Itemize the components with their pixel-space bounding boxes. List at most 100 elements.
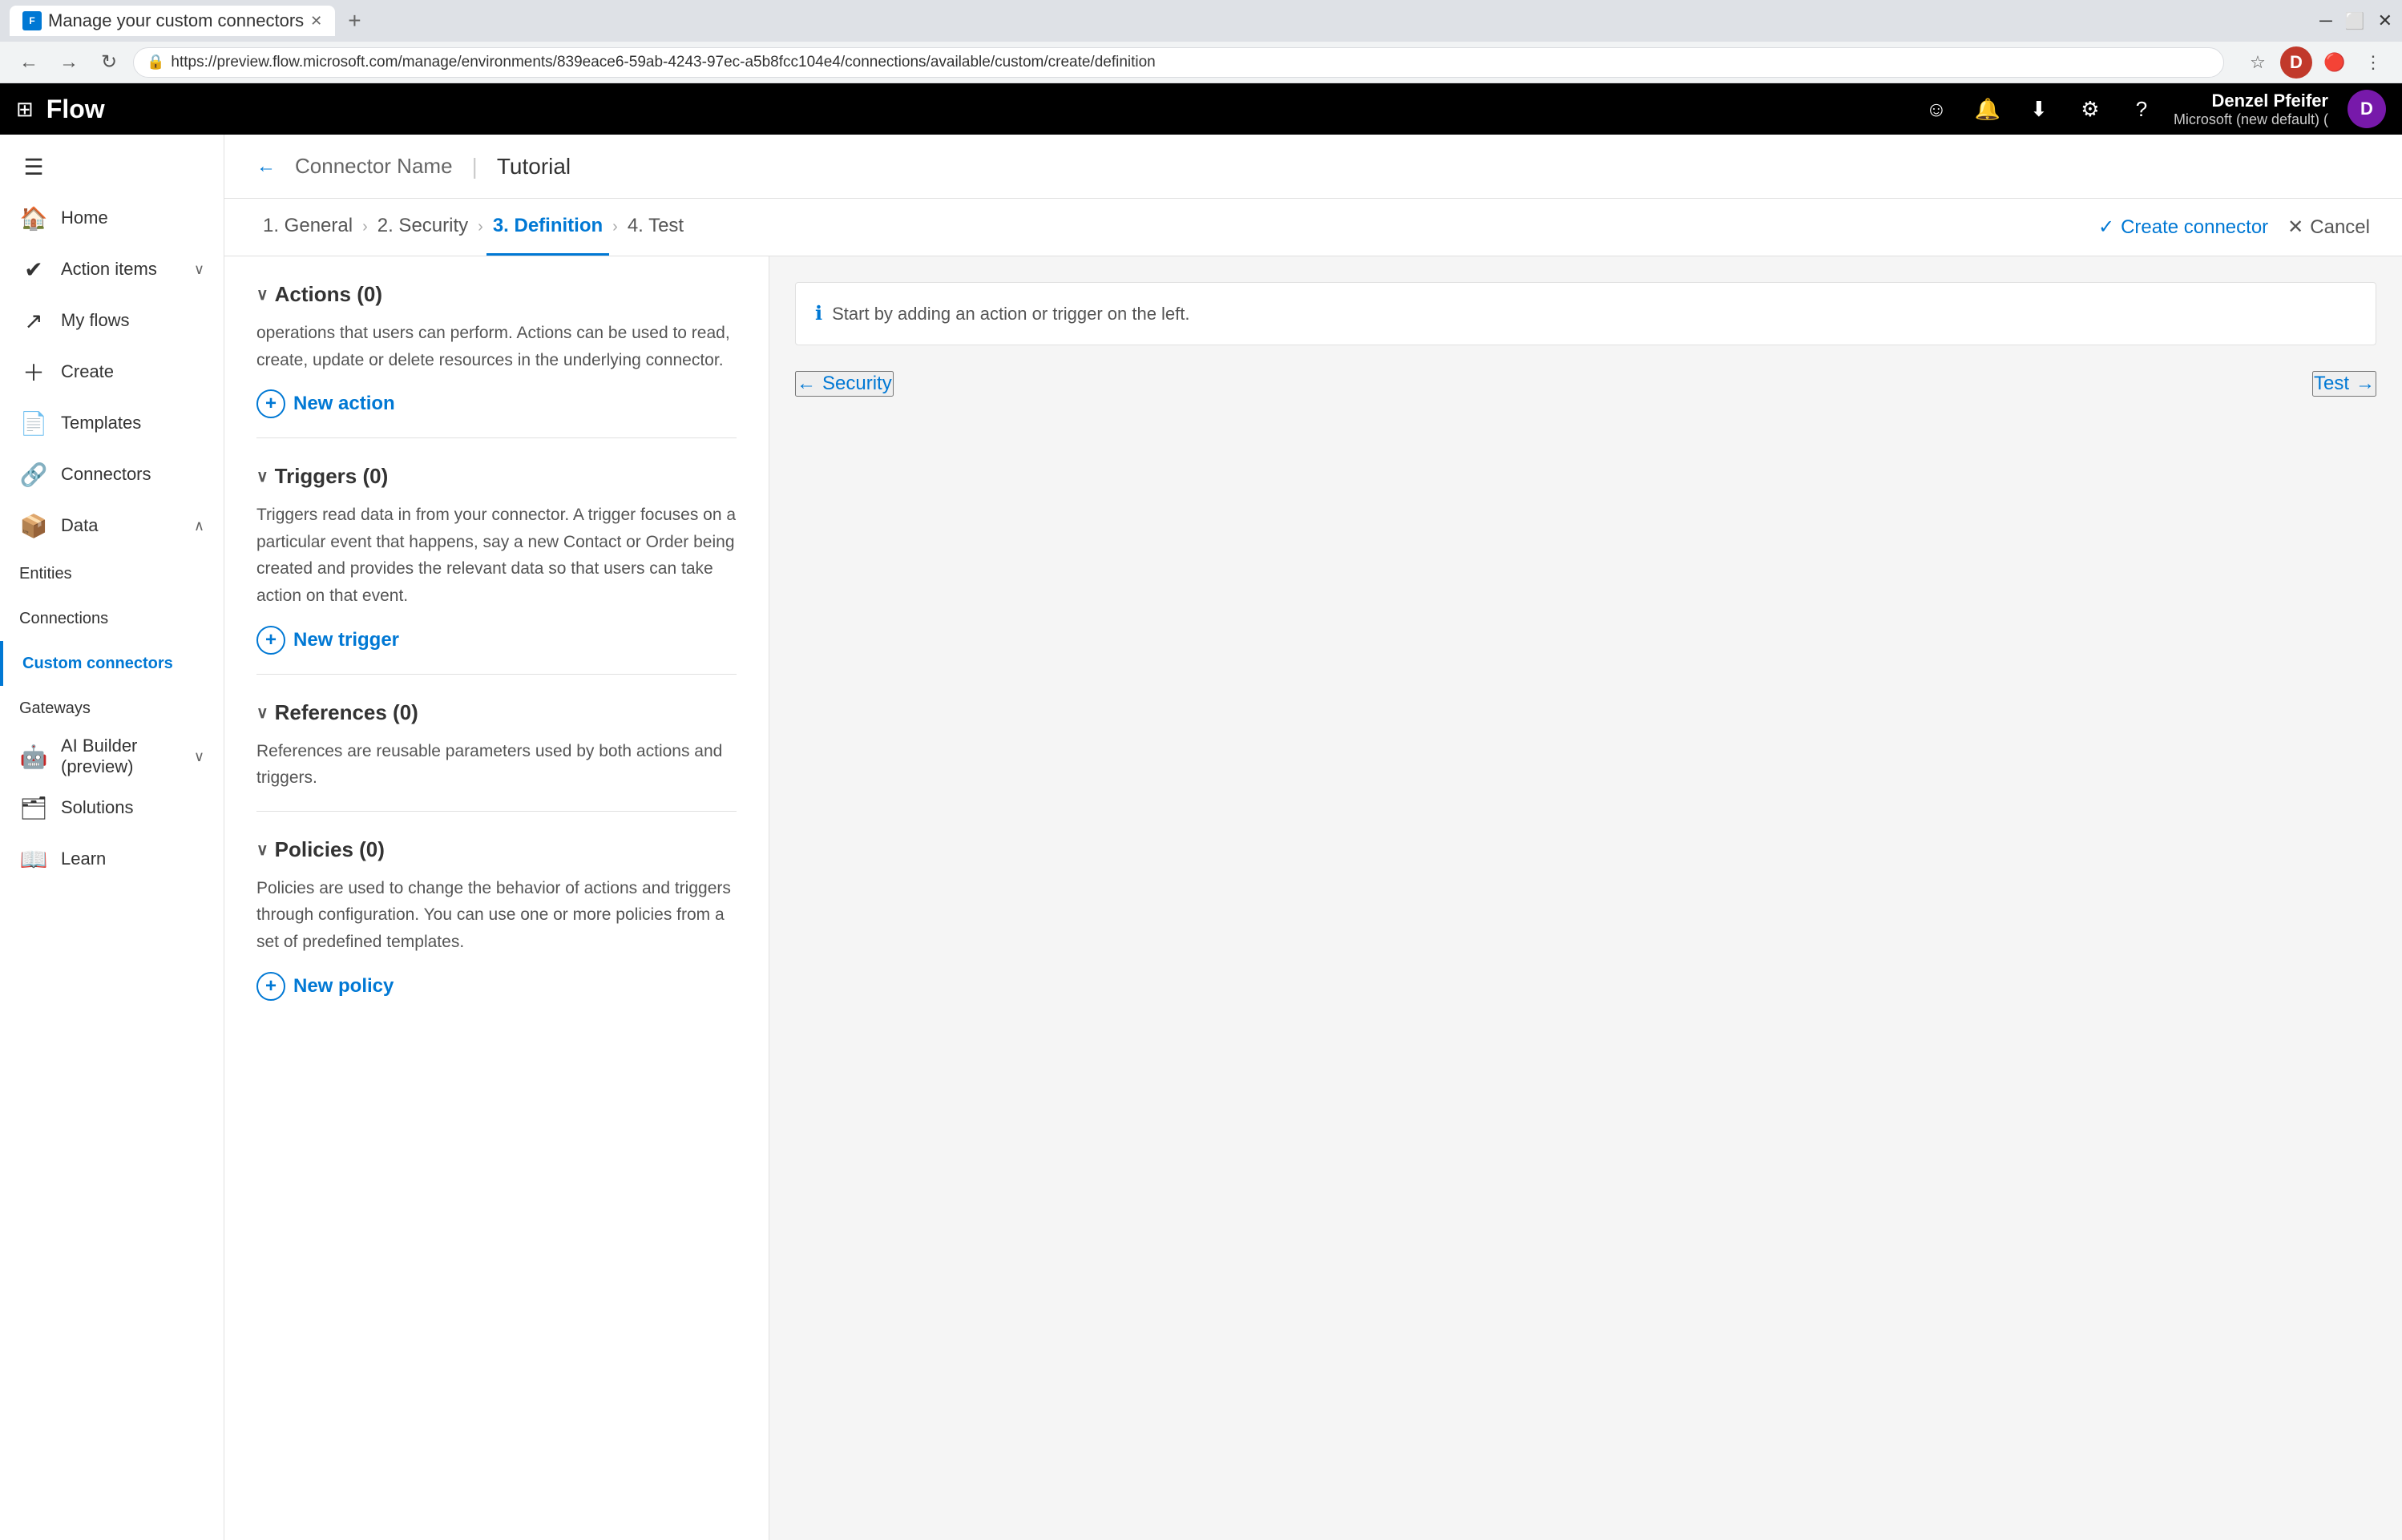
new-tab-button[interactable]: +	[348, 8, 361, 34]
sidebar-label-templates: Templates	[61, 413, 204, 433]
new-policy-button[interactable]: + New policy	[256, 972, 394, 1001]
back-nav-button[interactable]: ←	[13, 46, 45, 79]
sidebar-label-connections: Connections	[19, 610, 108, 628]
policies-section-header: ∨ Policies (0)	[256, 837, 737, 862]
extension-button[interactable]: 🔴	[2319, 46, 2351, 79]
new-action-button[interactable]: + New action	[256, 389, 395, 418]
help-button[interactable]: ?	[2122, 90, 2161, 128]
ai-builder-chevron-icon: ∨	[194, 748, 204, 765]
sidebar-subitem-gateways[interactable]: Gateways	[0, 686, 224, 731]
user-name: Denzel Pfeifer	[2174, 91, 2328, 111]
info-icon: ℹ	[815, 302, 822, 325]
sidebar-subitem-custom-connectors[interactable]: Custom connectors	[0, 641, 224, 686]
menu-button[interactable]: ⋮	[2357, 46, 2389, 79]
sidebar-label-my-flows: My flows	[61, 310, 204, 331]
step-chevron-1: ›	[362, 218, 368, 236]
address-bar[interactable]: 🔒 https://preview.flow.microsoft.com/man…	[133, 47, 2224, 78]
notification-button[interactable]: 🔔	[1968, 90, 2007, 128]
app-bar: ⊞ Flow ☺ 🔔 ⬇ ⚙ ? Denzel Pfeifer Microsof…	[0, 83, 2402, 135]
emoji-button[interactable]: ☺	[1917, 90, 1956, 128]
actions-section: ∨ Actions (0) operations that users can …	[256, 282, 737, 438]
sidebar-item-solutions[interactable]: 🗂 Solutions	[0, 782, 224, 833]
nav-test-button[interactable]: Test →	[2312, 371, 2376, 397]
wizard-step-test[interactable]: 4. Test	[621, 199, 690, 256]
tab-title: Manage your custom connectors	[48, 10, 304, 31]
wizard-step-general[interactable]: 1. General	[256, 199, 359, 256]
create-connector-button[interactable]: ✓ Create connector	[2098, 216, 2268, 239]
bookmark-button[interactable]: ☆	[2242, 46, 2274, 79]
data-icon: 📦	[19, 513, 48, 539]
browser-tab[interactable]: F Manage your custom connectors ✕	[10, 6, 335, 36]
connectors-icon: 🔗	[19, 462, 48, 488]
new-policy-label: New policy	[293, 975, 394, 998]
user-avatar[interactable]: D	[2348, 90, 2386, 128]
triggers-description: Triggers read data in from your connecto…	[256, 502, 737, 609]
sidebar-item-data[interactable]: 📦 Data ∧	[0, 500, 224, 551]
maximize-button[interactable]: ⬜	[2345, 11, 2365, 31]
sidebar-label-custom-connectors: Custom connectors	[22, 655, 173, 673]
sidebar-item-connectors[interactable]: 🔗 Connectors	[0, 449, 224, 500]
references-section-title: References (0)	[275, 700, 418, 725]
info-message-text: Start by adding an action or trigger on …	[832, 304, 1189, 325]
sidebar-label-gateways: Gateways	[19, 699, 91, 718]
close-button[interactable]: ✕	[2378, 10, 2392, 31]
content-back-button[interactable]: ←	[256, 155, 276, 178]
actions-section-title: Actions (0)	[275, 282, 382, 307]
back-arrow-icon: ←	[256, 155, 276, 178]
sidebar-subitem-entities[interactable]: Entities	[0, 551, 224, 596]
main-area: ☰ 🏠 Home ✔ Action items ∨ ↗ My flows	[0, 135, 2402, 1540]
hamburger-icon: ☰	[19, 154, 48, 180]
policies-chevron-icon: ∨	[256, 840, 268, 860]
nav-right-arrow-icon: →	[2356, 373, 2375, 395]
triggers-section: ∨ Triggers (0) Triggers read data in fro…	[256, 464, 737, 674]
wizard-step-definition[interactable]: 3. Definition	[486, 199, 609, 256]
triggers-chevron-icon: ∨	[256, 466, 268, 486]
tab-close-button[interactable]: ✕	[310, 13, 322, 30]
waffle-icon[interactable]: ⊞	[16, 97, 34, 122]
sidebar-item-learn[interactable]: 📖 Learn	[0, 833, 224, 885]
app-logo: Flow	[46, 95, 105, 124]
sidebar-item-home[interactable]: 🏠 Home	[0, 192, 224, 244]
wizard-steps: 1. General › 2. Security › 3. Definition…	[224, 199, 2402, 256]
sidebar-menu-toggle[interactable]: ☰	[0, 141, 224, 192]
minimize-button[interactable]: ─	[2319, 10, 2332, 31]
action-items-chevron-icon: ∨	[194, 261, 204, 278]
references-divider	[256, 811, 737, 812]
download-button[interactable]: ⬇	[2020, 90, 2058, 128]
sidebar-item-action-items[interactable]: ✔ Action items ∨	[0, 244, 224, 295]
step-general-label: 1. General	[263, 215, 353, 237]
forward-nav-button[interactable]: →	[53, 46, 85, 79]
step-chevron-3: ›	[612, 218, 618, 236]
sidebar-label-learn: Learn	[61, 849, 204, 869]
references-section-header: ∨ References (0)	[256, 700, 737, 725]
connector-name-label: Connector Name	[295, 154, 453, 179]
data-chevron-icon: ∧	[194, 518, 204, 534]
content-body: ∨ Actions (0) operations that users can …	[224, 256, 2402, 1540]
refresh-button[interactable]: ↻	[93, 46, 125, 79]
panel-navigation: ← Security Test →	[795, 371, 2376, 397]
action-items-icon: ✔	[19, 256, 48, 283]
sidebar-item-templates[interactable]: 📄 Templates	[0, 397, 224, 449]
new-action-plus-icon: +	[256, 389, 285, 418]
cancel-button[interactable]: ✕ Cancel	[2287, 216, 2370, 239]
triggers-divider	[256, 674, 737, 675]
new-trigger-label: New trigger	[293, 629, 399, 651]
learn-icon: 📖	[19, 846, 48, 873]
sidebar-item-ai-builder[interactable]: 🤖 AI Builder (preview) ∨	[0, 731, 224, 782]
address-text: https://preview.flow.microsoft.com/manag…	[171, 54, 1155, 71]
info-message-box: ℹ Start by adding an action or trigger o…	[795, 282, 2376, 345]
browser-controls: ← → ↻ 🔒 https://preview.flow.microsoft.c…	[0, 42, 2402, 83]
sidebar-label-data: Data	[61, 515, 181, 536]
profile-button[interactable]: D	[2280, 46, 2312, 79]
header-separator: |	[472, 154, 478, 179]
new-trigger-button[interactable]: + New trigger	[256, 626, 399, 655]
wizard-step-security[interactable]: 2. Security	[371, 199, 474, 256]
sidebar-item-create[interactable]: ＋ Create	[0, 346, 224, 397]
new-action-label: New action	[293, 393, 395, 415]
sidebar-subitem-connections[interactable]: Connections	[0, 596, 224, 641]
nav-security-button[interactable]: ← Security	[795, 371, 894, 397]
sidebar-item-my-flows[interactable]: ↗ My flows	[0, 295, 224, 346]
policies-section: ∨ Policies (0) Policies are used to chan…	[256, 837, 737, 1001]
settings-button[interactable]: ⚙	[2071, 90, 2109, 128]
ssl-lock-icon: 🔒	[147, 54, 164, 71]
